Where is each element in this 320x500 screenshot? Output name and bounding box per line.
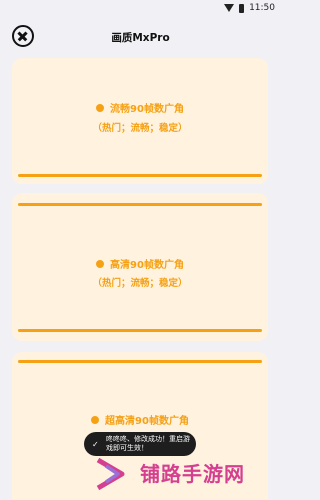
status-icons: 11:50 [224, 1, 275, 15]
option-tags: （热门；流畅；稳定） [92, 278, 188, 289]
option-name: 流畅90帧数广角 [110, 104, 184, 115]
option-card[interactable]: 流畅90帧数广角 （热门；流畅；稳定） [12, 58, 268, 184]
watermark-logo-icon [96, 457, 125, 491]
option-name: 高清90帧数广角 [110, 260, 184, 271]
option-tags: （热门；流畅；稳定） [92, 123, 188, 134]
option-card[interactable]: 高清90帧数广角 （热门；流畅；稳定） [12, 193, 268, 341]
header: 画质MxPro [0, 16, 281, 60]
battery-icon [239, 3, 245, 13]
check-icon: ✓ [92, 440, 99, 449]
bullet-icon [96, 104, 105, 112]
option-name: 超高清90帧数广角 [105, 416, 189, 427]
watermark: 铺路手游网 [92, 452, 273, 496]
toast-message: 咚咚咚、修改成功！重启游戏即可生效！ [106, 435, 190, 452]
option-title-row: 流畅90帧数广角 [12, 100, 268, 115]
status-time: 11:50 [249, 3, 275, 13]
option-underline [18, 174, 262, 177]
option-underline [18, 329, 262, 332]
page-title: 画质MxPro [111, 32, 170, 44]
option-title-row: 高清90帧数广角 [12, 256, 268, 271]
option-title-row: 超高清90帧数广角 [12, 412, 268, 427]
watermark-text: 铺路手游网 [140, 462, 245, 486]
bullet-icon [96, 260, 105, 268]
bullet-icon [91, 416, 100, 424]
wifi-icon [224, 4, 235, 12]
option-overline [18, 360, 262, 363]
status-bar: 11:50 [0, 0, 281, 16]
option-overline [18, 203, 262, 206]
